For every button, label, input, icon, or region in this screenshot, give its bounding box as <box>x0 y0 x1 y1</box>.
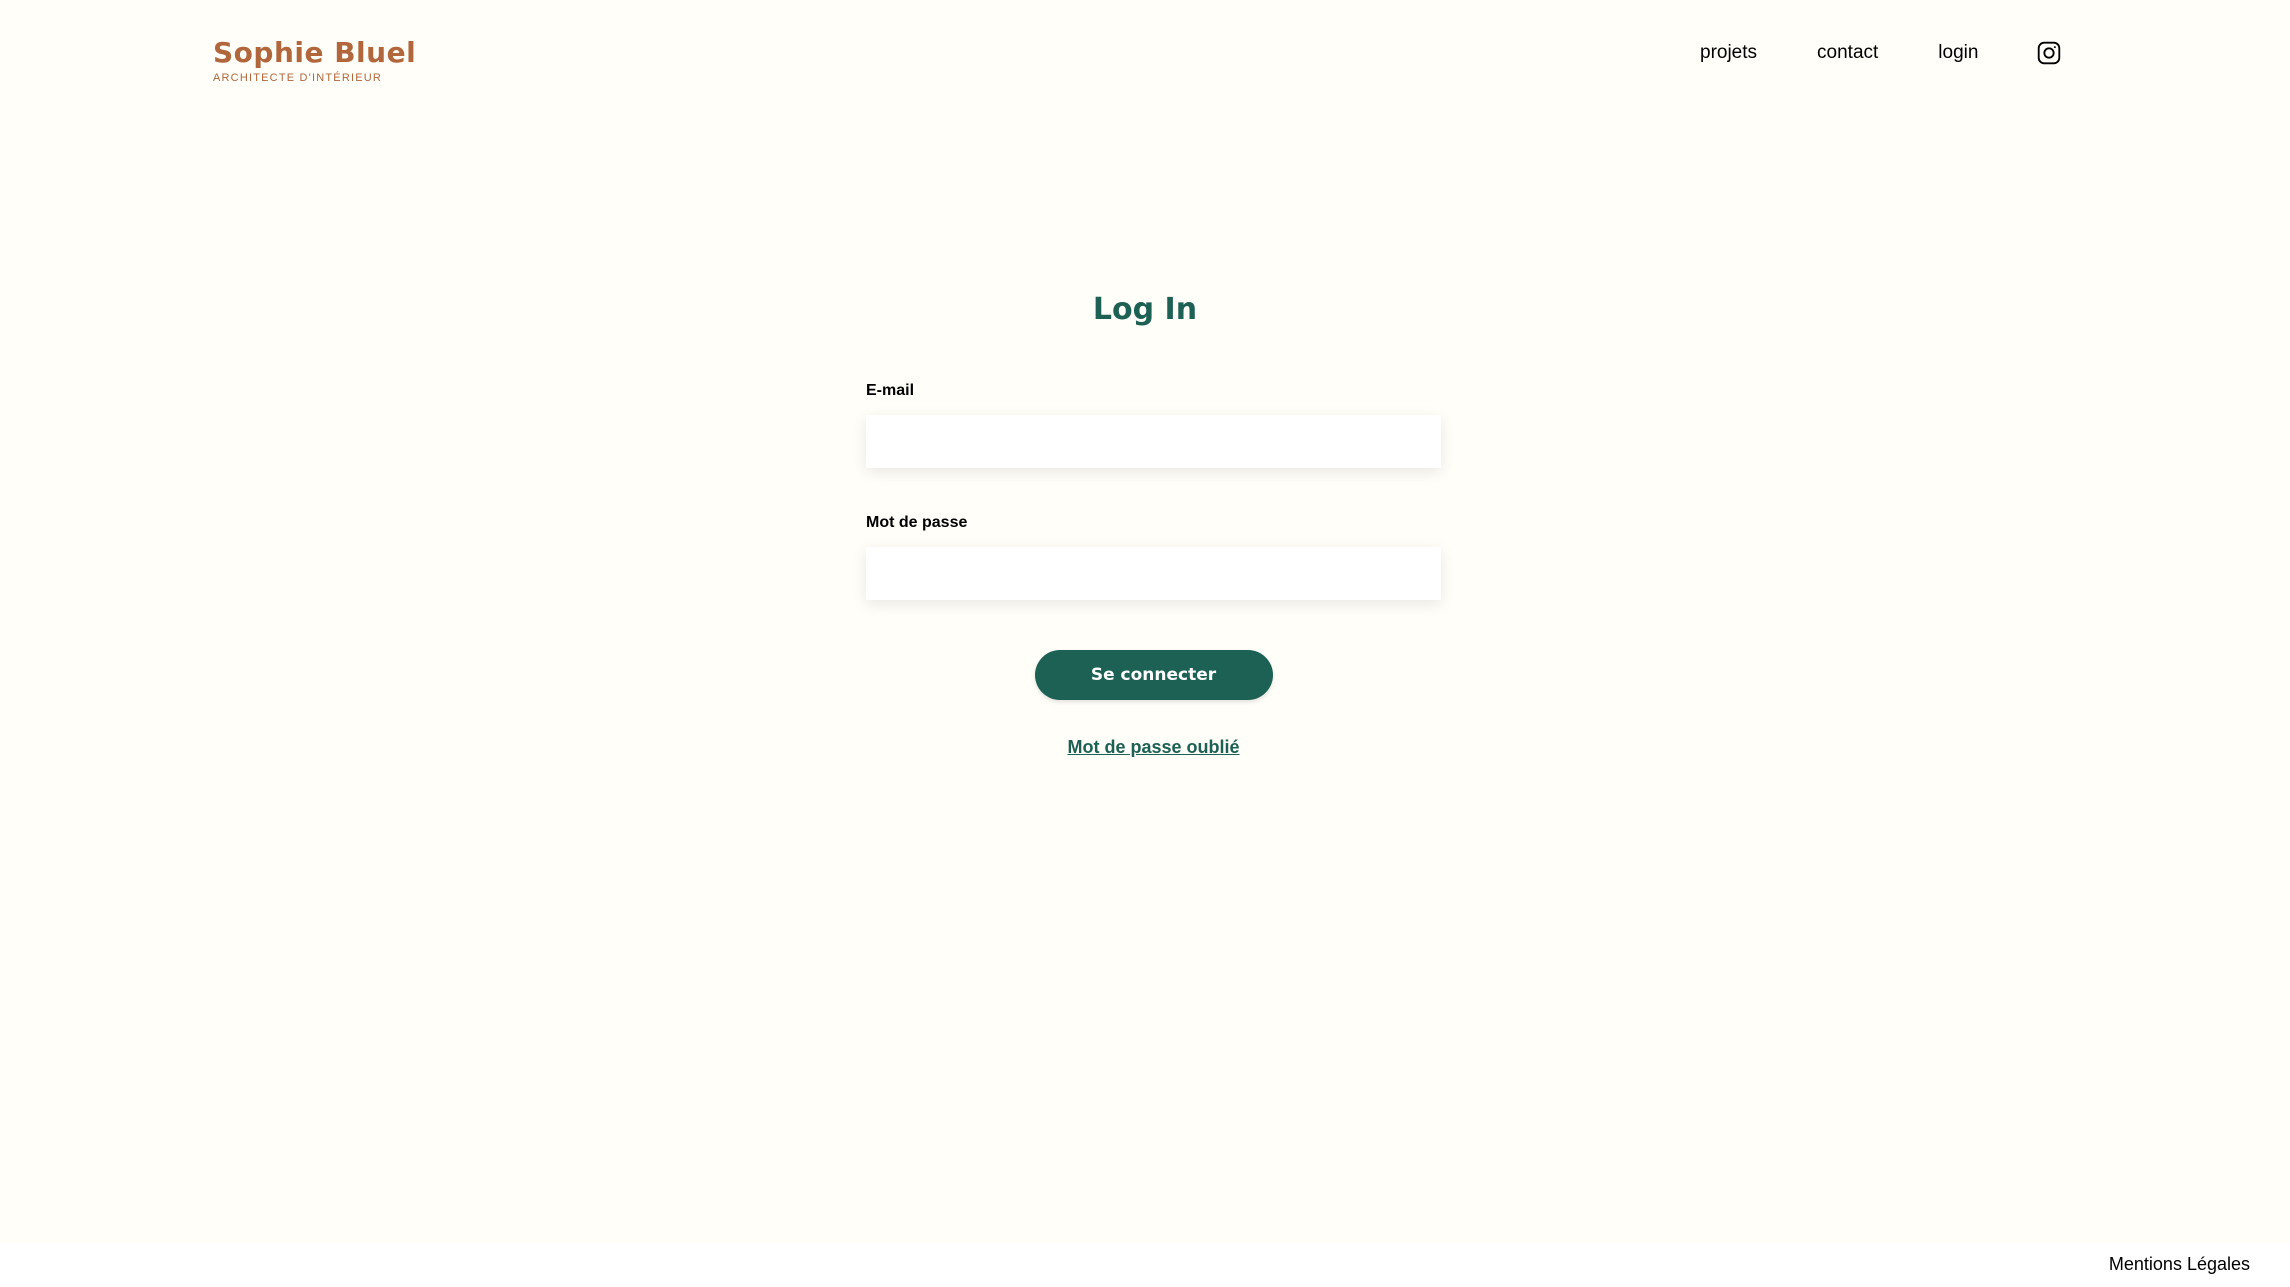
email-label: E-mail <box>866 382 915 399</box>
brand-subtitle: ARCHITECTE D'INTÉRIEUR <box>213 72 383 84</box>
nav-link-projets[interactable]: projets <box>1700 38 1757 68</box>
site-header: Sophie Bluel ARCHITECTE D'INTÉRIEUR proj… <box>0 0 2290 110</box>
login-button[interactable]: Se connecter <box>1034 650 1273 700</box>
site-footer: Mentions Légales <box>0 1243 2290 1287</box>
nav-link-contact[interactable]: contact <box>1817 38 1878 68</box>
main-nav: projets contact login <box>1700 38 2062 68</box>
instagram-icon[interactable] <box>2036 40 2062 66</box>
forgot-wrap: Mot de passe oublié <box>866 735 1441 759</box>
legal-mentions-link[interactable]: Mentions Légales <box>2109 1251 2250 1277</box>
login-page: Sophie Bluel ARCHITECTE D'INTÉRIEUR proj… <box>0 0 2290 1287</box>
password-input[interactable] <box>866 547 1441 600</box>
submit-wrap: Se connecter <box>866 650 1441 700</box>
brand-name: Sophie Bluel <box>213 36 417 69</box>
page-title: Log In <box>1092 292 1198 327</box>
password-label: Mot de passe <box>866 514 968 531</box>
forgot-password-link[interactable]: Mot de passe oublié <box>1067 737 1239 757</box>
email-input[interactable] <box>866 415 1441 468</box>
login-form: E-mail Mot de passe Se connecter Mot de … <box>866 380 1441 759</box>
brand-logo[interactable]: Sophie Bluel ARCHITECTE D'INTÉRIEUR <box>213 36 453 86</box>
nav-link-login[interactable]: login <box>1938 38 1978 68</box>
password-field-group: Mot de passe <box>866 512 1441 600</box>
email-field-group: E-mail <box>866 380 1441 468</box>
